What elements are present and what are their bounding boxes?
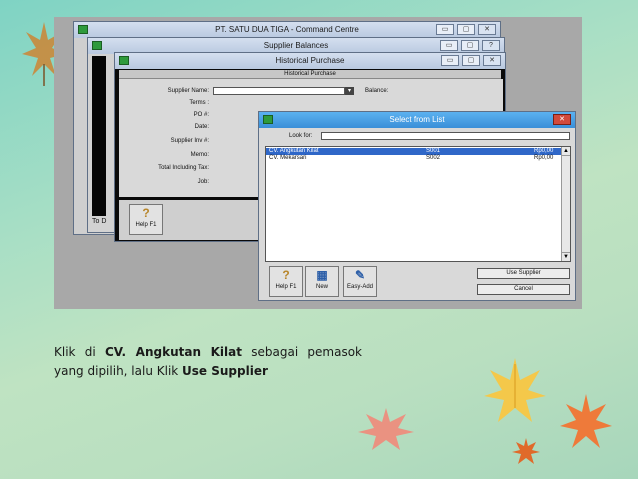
minimize-button[interactable]: ▭: [436, 24, 454, 35]
supplier-amount: Rp0,00: [534, 148, 554, 154]
help-question-icon: ?: [142, 206, 150, 220]
select-from-list-titlebar: Select from List ✕: [259, 112, 575, 128]
supplier-name: CV. Mekarsari: [269, 155, 307, 161]
close-button[interactable]: ✕: [478, 24, 496, 35]
maximize-button[interactable]: ▢: [462, 55, 480, 66]
scroll-down-icon[interactable]: ▼: [562, 252, 570, 261]
new-card-icon: ▦: [316, 268, 328, 282]
balance-label: Balance:: [365, 88, 389, 94]
cancel-button[interactable]: Cancel: [477, 284, 570, 295]
supplier-inv-label: Supplier Inv #:: [170, 138, 209, 144]
easy-add-icon: ✎: [354, 268, 366, 282]
maximize-button[interactable]: ▢: [461, 40, 479, 51]
caption-text-1: Klik di: [54, 345, 105, 359]
select-from-list-title: Select from List: [389, 115, 445, 124]
close-button[interactable]: ✕: [553, 114, 571, 125]
use-supplier-button[interactable]: Use Supplier: [477, 268, 570, 279]
help-f1-button[interactable]: ? Help F1: [269, 266, 303, 297]
app-icon: [119, 56, 129, 65]
supplier-code: S001: [426, 148, 441, 154]
leaf-decoration-orange-right: [560, 394, 612, 448]
app-icon: [92, 41, 102, 50]
help-question-icon: ?: [282, 268, 290, 282]
historical-purchase-subheader: Historical Purchase: [119, 70, 501, 79]
easy-add-label: Easy-Add: [346, 284, 373, 290]
supplier-name: CV. Angkutan Kilat: [269, 148, 319, 154]
close-button[interactable]: ✕: [483, 55, 501, 66]
app-icon: [78, 25, 88, 34]
list-item[interactable]: CV. Mekarsari S002 Rp0,00: [266, 155, 561, 162]
historical-purchase-titlebar: Historical Purchase ▭ ▢ ✕: [115, 53, 505, 69]
app-icon: [263, 115, 273, 124]
historical-purchase-title: Historical Purchase: [275, 56, 345, 65]
minimize-button[interactable]: ▭: [440, 40, 458, 51]
memo-label: Memo:: [190, 152, 209, 158]
leaf-decoration-small-orange: [512, 438, 540, 464]
maximize-button[interactable]: ▢: [457, 24, 475, 35]
help-f1-label: Help F1: [135, 222, 157, 228]
supplier-code: S002: [426, 155, 441, 161]
minimize-button[interactable]: ▭: [441, 55, 459, 66]
supplier-dropdown-icon[interactable]: ▾: [345, 87, 354, 95]
supplier-name-label: Supplier Name:: [167, 88, 209, 94]
help-f1-button[interactable]: ? Help F1: [129, 204, 163, 235]
command-centre-titlebar: PT. SATU DUA TIGA - Command Centre ▭ ▢ ✕: [74, 22, 500, 38]
list-scrollbar[interactable]: ▲ ▼: [561, 147, 570, 261]
supplier-balances-title: Supplier Balances: [263, 41, 329, 50]
caption-use-supplier: Use Supplier: [182, 364, 268, 378]
caption-supplier-name: CV. Angkutan Kilat: [104, 345, 242, 359]
help-f1-label: Help F1: [275, 284, 297, 290]
supplier-list: CV. Angkutan Kilat S001 Rp0,00 CV. Mekar…: [265, 146, 571, 262]
new-button[interactable]: ▦ New: [305, 266, 339, 297]
look-for-input[interactable]: [321, 132, 570, 140]
scroll-up-icon[interactable]: ▲: [562, 147, 570, 156]
terms-label: Terms :: [189, 100, 209, 106]
new-label: New: [315, 284, 328, 290]
po-label: PO #:: [193, 112, 209, 118]
software-screenshot: PT. SATU DUA TIGA - Command Centre ▭ ▢ ✕…: [54, 17, 582, 309]
help-question-icon[interactable]: ?: [482, 40, 500, 51]
supplier-amount: Rp0,00: [534, 155, 554, 161]
look-for-label: Look for:: [289, 133, 313, 139]
instruction-caption: Klik di CV. Angkutan Kilat sebagai pemas…: [54, 343, 362, 381]
command-centre-title: PT. SATU DUA TIGA - Command Centre: [215, 25, 359, 34]
leaf-decoration-yellow: [484, 358, 546, 422]
supplier-name-field[interactable]: [213, 87, 345, 95]
easy-add-button[interactable]: ✎ Easy-Add: [343, 266, 377, 297]
list-item[interactable]: CV. Angkutan Kilat S001 Rp0,00: [266, 148, 561, 155]
total-label: Total Including Tax:: [158, 165, 209, 171]
job-label: Job:: [197, 179, 209, 185]
supplier-balances-content: [92, 56, 106, 216]
date-label: Date:: [194, 124, 209, 130]
leaf-decoration-pink: [358, 408, 414, 450]
select-from-list-dialog: Select from List ✕ Look for: CV. Angkuta…: [258, 111, 576, 301]
supplier-balances-footer-text: To D: [92, 218, 107, 225]
